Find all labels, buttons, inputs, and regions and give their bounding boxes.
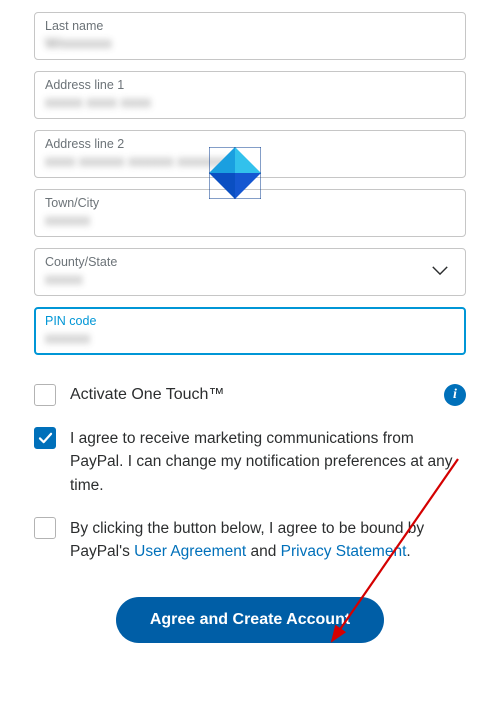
agree-create-account-button[interactable]: Agree and Create Account [116,597,384,643]
terms-mid: and [246,543,280,560]
marketing-row: I agree to receive marketing communicati… [34,427,466,497]
state-select[interactable]: County/State xxxxx [34,248,466,296]
marketing-checkbox[interactable] [34,427,56,449]
city-field[interactable]: Town/City xxxxxx [34,189,466,237]
submit-wrap: Agree and Create Account [34,597,466,643]
onetouch-label: Activate One Touch™ [70,383,430,407]
lastname-label: Last name [45,19,455,33]
terms-suffix: . [406,543,410,560]
terms-checkbox[interactable] [34,517,56,539]
lastname-field[interactable]: Last name Wxxxxxxx [34,12,466,60]
privacy-statement-link[interactable]: Privacy Statement [281,543,407,560]
onetouch-checkbox[interactable] [34,384,56,406]
address1-label: Address line 1 [45,78,455,92]
pincode-label: PIN code [45,314,455,328]
address1-field[interactable]: Address line 1 xxxxx xxxx xxxx [34,71,466,119]
info-icon[interactable]: i [444,384,466,406]
marketing-text: I agree to receive marketing communicati… [70,427,466,497]
onetouch-row: Activate One Touch™ i [34,383,466,407]
pincode-field[interactable]: PIN code xxxxxx [34,307,466,355]
pincode-value: xxxxxx [45,330,455,348]
address2-label: Address line 2 [45,137,455,151]
lastname-value: Wxxxxxxx [45,35,455,53]
city-label: Town/City [45,196,455,210]
state-label: County/State [45,255,455,269]
address1-value: xxxxx xxxx xxxx [45,94,455,112]
user-agreement-link[interactable]: User Agreement [134,543,246,560]
address2-value: xxxx xxxxxx xxxxxx xxxxxxx [45,153,455,171]
city-value: xxxxxx [45,212,455,230]
terms-text: By clicking the button below, I agree to… [70,517,466,564]
state-value: xxxxx [45,271,455,289]
address2-field[interactable]: Address line 2 xxxx xxxxxx xxxxxx xxxxxx… [34,130,466,178]
terms-row: By clicking the button below, I agree to… [34,517,466,564]
